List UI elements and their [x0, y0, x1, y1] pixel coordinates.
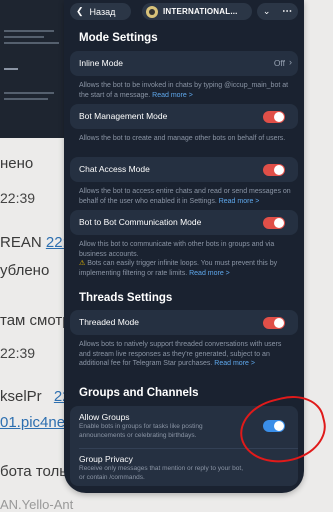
inline-mode-label: Inline Mode	[79, 58, 123, 68]
chat-access-label: Chat Access Mode	[79, 164, 150, 174]
bg-message-text: там смотр	[0, 312, 71, 329]
bot-management-label: Bot Management Mode	[79, 111, 168, 121]
bot-to-bot-toggle[interactable]	[263, 217, 285, 229]
read-more-link[interactable]: Read more >	[189, 270, 230, 277]
allow-groups-label: Allow Groups	[79, 412, 130, 422]
threaded-mode-row[interactable]: Threaded Mode	[70, 310, 298, 335]
bot-to-bot-label: Bot to Bot Communication Mode	[79, 217, 202, 227]
section-heading-groups: Groups and Channels	[79, 387, 199, 399]
bot-management-description: Allows the bot to create and manage othe…	[79, 135, 286, 142]
bot-title-pill[interactable]: INTERNATIONAL...	[142, 3, 252, 20]
bot-title: INTERNATIONAL...	[163, 7, 238, 16]
read-more-link[interactable]: Read more >	[214, 360, 255, 367]
bg-message-time: 22:39	[0, 345, 36, 361]
chat-access-description: Allows the bot to access entire chats an…	[79, 188, 291, 205]
allow-groups-description: Enable bots in groups for tasks like pos…	[79, 423, 203, 439]
bot-management-toggle[interactable]	[263, 111, 285, 123]
bot-management-row[interactable]: Bot Management Mode	[70, 104, 298, 129]
read-more-link[interactable]: Read more >	[219, 198, 260, 205]
chevron-down-icon[interactable]: ⌄	[263, 6, 271, 17]
bg-message-text: нено	[0, 155, 34, 172]
warning-icon: ⚠	[79, 260, 86, 267]
chevron-left-icon: ❮	[76, 6, 84, 16]
back-label: Назад	[89, 6, 116, 17]
chat-access-toggle[interactable]	[263, 164, 285, 176]
avatar	[146, 5, 158, 18]
bg-message-time: 22:39	[0, 190, 36, 206]
bg-message-text: ублено	[0, 262, 50, 279]
inline-mode-value: Off	[273, 58, 285, 68]
top-bar: ❮ Назад INTERNATIONAL... ⌄ ⋯	[64, 0, 304, 26]
section-heading-threads: Threads Settings	[79, 292, 173, 304]
back-button[interactable]: ❮ Назад	[70, 3, 131, 20]
background-image-preview	[0, 0, 70, 138]
group-privacy-label: Group Privacy	[79, 454, 133, 464]
threaded-mode-description: Allows bots to natively support threaded…	[79, 341, 282, 367]
more-dots-icon[interactable]: ⋯	[282, 6, 292, 17]
read-more-link[interactable]: Read more >	[152, 92, 193, 99]
chevron-right-icon: ›	[289, 57, 292, 67]
threaded-mode-toggle[interactable]	[263, 317, 285, 329]
bot-to-bot-row[interactable]: Bot to Bot Communication Mode	[70, 210, 298, 235]
bg-message-link[interactable]: 01.pic4net	[0, 414, 69, 431]
inline-mode-description: Allows the bot to be invoked in chats by…	[79, 82, 289, 99]
section-heading-mode: Mode Settings	[79, 32, 158, 44]
bg-message-text: бота тольк	[0, 463, 74, 480]
chat-access-row[interactable]: Chat Access Mode	[70, 157, 298, 182]
menu-pill: ⌄ ⋯	[257, 3, 298, 20]
threaded-mode-label: Threaded Mode	[79, 317, 140, 327]
bot-to-bot-description: Allow this bot to communicate with other…	[79, 241, 278, 277]
bg-sender-name: AN.Yello-Ant	[0, 497, 74, 512]
inline-mode-row[interactable]: Inline Mode Off ›	[70, 51, 298, 76]
group-privacy-description: Receive only messages that mention or re…	[79, 465, 244, 481]
